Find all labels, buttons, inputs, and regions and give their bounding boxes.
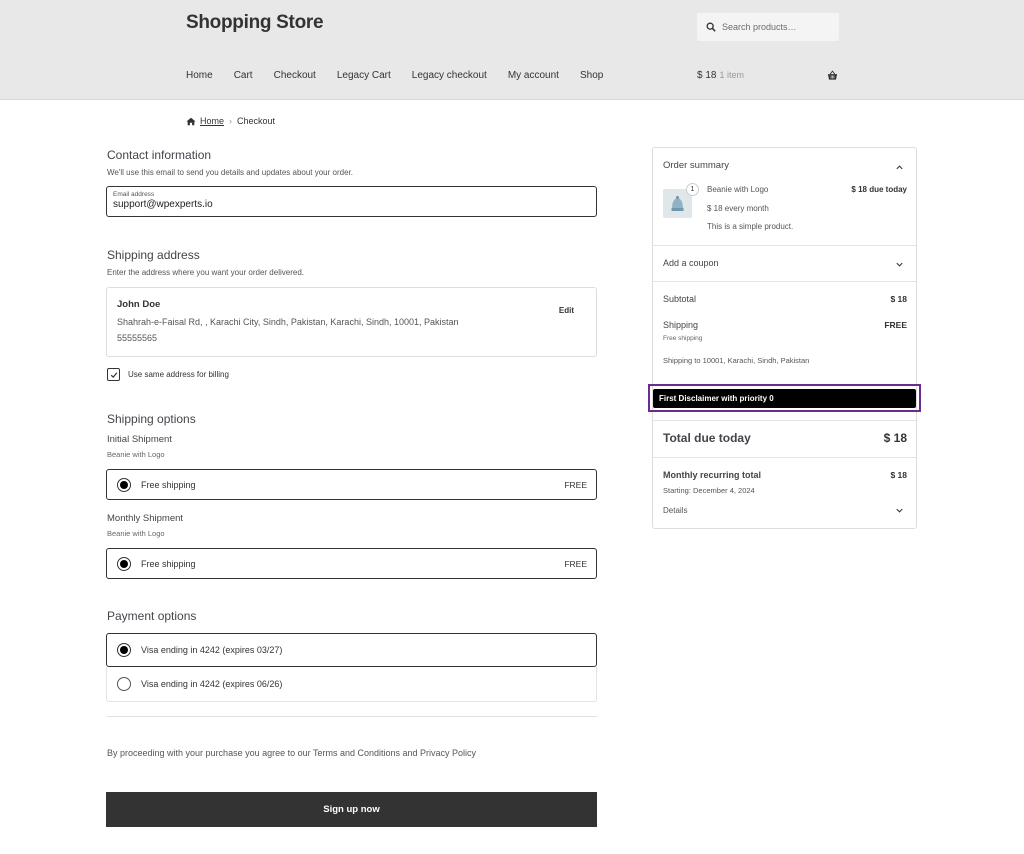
divider <box>653 245 916 246</box>
cart-total-amount: $ 18 <box>697 70 717 81</box>
breadcrumb: Home › Checkout <box>186 116 275 126</box>
shipping-option-label: Free shipping <box>141 558 196 569</box>
cart-item-count: 1 item <box>719 70 744 80</box>
monthly-shipment-product: Beanie with Logo <box>107 529 165 538</box>
breadcrumb-home[interactable]: Home <box>200 116 224 126</box>
contact-title: Contact information <box>107 148 212 162</box>
product-name: Beanie with Logo <box>707 185 769 194</box>
email-field[interactable]: Email address support@wpexperts.io <box>106 186 597 217</box>
recurring-total-value: $ 18 <box>890 470 907 480</box>
search-box[interactable] <box>697 13 839 41</box>
add-coupon-toggle[interactable]: Add a coupon <box>663 258 719 268</box>
details-toggle[interactable]: Details <box>663 506 687 515</box>
divider <box>653 420 916 421</box>
home-icon <box>186 117 196 125</box>
initial-shipment-title: Initial Shipment <box>107 434 172 445</box>
payment-method-option[interactable]: Visa ending in 4242 (expires 03/27) <box>106 633 597 667</box>
main-nav: Home Cart Checkout Legacy Cart Legacy ch… <box>186 70 624 81</box>
monthly-shipment-title: Monthly Shipment <box>107 513 184 524</box>
search-icon <box>706 22 716 32</box>
sign-up-button[interactable]: Sign up now <box>106 792 597 827</box>
payment-method-label: Visa ending in 4242 (expires 03/27) <box>141 645 283 655</box>
terms-text: By proceeding with your purchase you agr… <box>107 748 477 758</box>
nav-my-account[interactable]: My account <box>508 70 559 81</box>
nav-cart[interactable]: Cart <box>234 70 253 81</box>
radio-selected[interactable] <box>117 477 131 492</box>
site-header: Shopping Store Home Cart Checkout Legacy… <box>0 0 1024 100</box>
divider <box>107 716 597 717</box>
basket-icon[interactable] <box>827 70 838 81</box>
shipping-value: FREE <box>884 320 907 330</box>
nav-checkout[interactable]: Checkout <box>274 70 316 81</box>
initial-shipping-option[interactable]: Free shipping FREE <box>106 469 597 500</box>
recurring-total-label: Monthly recurring total <box>663 470 762 480</box>
total-label: Total due today <box>663 431 751 445</box>
quantity-badge: 1 <box>686 183 699 196</box>
shipping-address-description: Enter the address where you want your or… <box>107 268 304 277</box>
nav-legacy-checkout[interactable]: Legacy checkout <box>412 70 487 81</box>
total-value: $ 18 <box>883 431 907 445</box>
header-cart-link[interactable]: $ 18 1 item <box>697 70 744 81</box>
divider <box>653 457 916 458</box>
breadcrumb-separator: › <box>229 116 233 126</box>
divider <box>653 281 916 282</box>
initial-shipment-product: Beanie with Logo <box>107 450 165 459</box>
monthly-shipping-option[interactable]: Free shipping FREE <box>106 548 597 579</box>
shipping-method: Free shipping <box>663 335 703 342</box>
address-phone: 55555565 <box>117 333 158 343</box>
payment-method-option[interactable]: Visa ending in 4242 (expires 06/26) <box>106 667 597 702</box>
email-value[interactable]: support@wpexperts.io <box>113 199 590 210</box>
shipping-options-title: Shipping options <box>107 412 196 426</box>
search-input[interactable] <box>722 22 832 32</box>
radio-selected[interactable] <box>117 556 131 571</box>
address-line: Shahrah-e-Faisal Rd, , Karachi City, Sin… <box>117 317 459 327</box>
disclaimer-banner: First Disclaimer with priority 0 <box>653 389 916 408</box>
same-billing-checkbox[interactable]: Use same address for billing <box>107 368 229 381</box>
shipping-option-price: FREE <box>564 479 587 490</box>
nav-legacy-cart[interactable]: Legacy Cart <box>337 70 391 81</box>
payment-method-label: Visa ending in 4242 (expires 06/26) <box>141 679 283 689</box>
chevron-down-icon[interactable] <box>895 506 904 515</box>
checkbox[interactable] <box>107 368 120 381</box>
product-price: $ 18 due today <box>851 185 907 194</box>
product-description: This is a simple product. <box>707 222 794 231</box>
address-card: John Doe Shahrah-e-Faisal Rd, , Karachi … <box>106 287 597 357</box>
shipping-option-label: Free shipping <box>141 479 196 490</box>
order-summary-panel: Order summary 1 Beanie with Logo $ 18 du… <box>652 147 917 529</box>
order-summary-title[interactable]: Order summary <box>663 160 729 171</box>
edit-address-button[interactable]: Edit <box>559 306 574 315</box>
contact-description: We'll use this email to send you details… <box>107 168 353 177</box>
shipping-address-title: Shipping address <box>107 248 200 262</box>
subtotal-label: Subtotal <box>663 294 697 304</box>
nav-shop[interactable]: Shop <box>580 70 603 81</box>
recurring-start-date: Starting: December 4, 2024 <box>663 486 755 495</box>
subtotal-value: $ 18 <box>890 294 907 304</box>
chevron-down-icon[interactable] <box>895 260 904 269</box>
payment-options-title: Payment options <box>107 609 197 623</box>
chevron-up-icon[interactable] <box>895 163 904 172</box>
shipping-option-price: FREE <box>564 558 587 569</box>
address-name: John Doe <box>117 299 161 310</box>
shipping-destination: Shipping to 10001, Karachi, Sindh, Pakis… <box>663 356 810 365</box>
shipping-label: Shipping <box>663 320 699 330</box>
nav-home[interactable]: Home <box>186 70 213 81</box>
checkmark-icon <box>110 371 117 378</box>
breadcrumb-current: Checkout <box>237 116 276 126</box>
same-billing-label: Use same address for billing <box>128 370 229 379</box>
email-label: Email address <box>113 191 155 198</box>
radio-unselected[interactable] <box>117 677 131 691</box>
radio-selected[interactable] <box>117 643 131 657</box>
site-title[interactable]: Shopping Store <box>186 12 324 34</box>
product-recurring: $ 18 every month <box>707 204 769 213</box>
